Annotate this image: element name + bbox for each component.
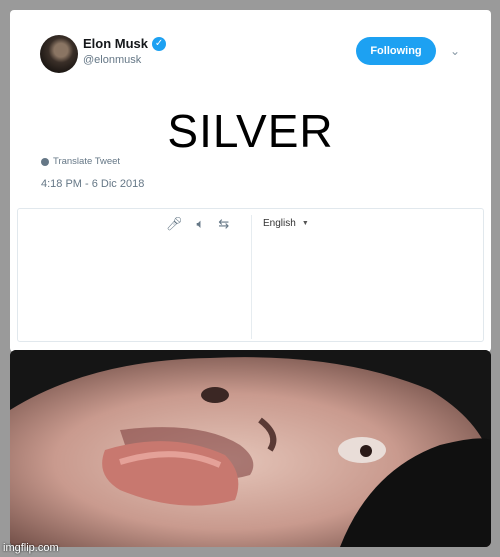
speaker-icon[interactable]: 🔈︎ [197,216,205,232]
translate-label: Translate Tweet [53,156,121,167]
shocked-face-illustration [10,350,491,547]
microphone-icon[interactable]: 🎤︎ [166,216,183,232]
translator-panel: 🎤︎ 🔈︎ ⇆ English ▼ [17,208,484,342]
target-language-select[interactable]: English ▼ [263,218,309,229]
author-name[interactable]: Elon Musk [83,36,148,51]
watermark: imgflip.com [3,542,59,554]
following-button[interactable]: Following [356,37,436,65]
target-language-label: English [263,218,296,229]
panel-divider [251,215,252,339]
translator-tools: 🎤︎ 🔈︎ ⇆ [166,216,229,232]
translate-tweet-link[interactable]: Translate Tweet [41,156,120,167]
swap-icon[interactable]: ⇆ [218,216,229,232]
caret-down-icon: ▼ [301,220,309,227]
verified-check-icon: ✓ [152,36,167,51]
avatar[interactable] [40,35,78,73]
chevron-down-icon[interactable]: ⌄ [450,44,460,58]
tweet-timestamp[interactable]: 4:18 PM - 6 Dic 2018 [41,178,144,190]
tweet-text: SILVER [167,105,334,157]
tweet-card: Elon Musk ✓ @elonmusk Following ⌄ SILVER… [10,10,491,352]
reaction-image [10,350,491,547]
author-handle[interactable]: @elonmusk [83,54,141,66]
globe-icon [41,157,49,166]
author-row: Elon Musk ✓ [83,36,167,51]
